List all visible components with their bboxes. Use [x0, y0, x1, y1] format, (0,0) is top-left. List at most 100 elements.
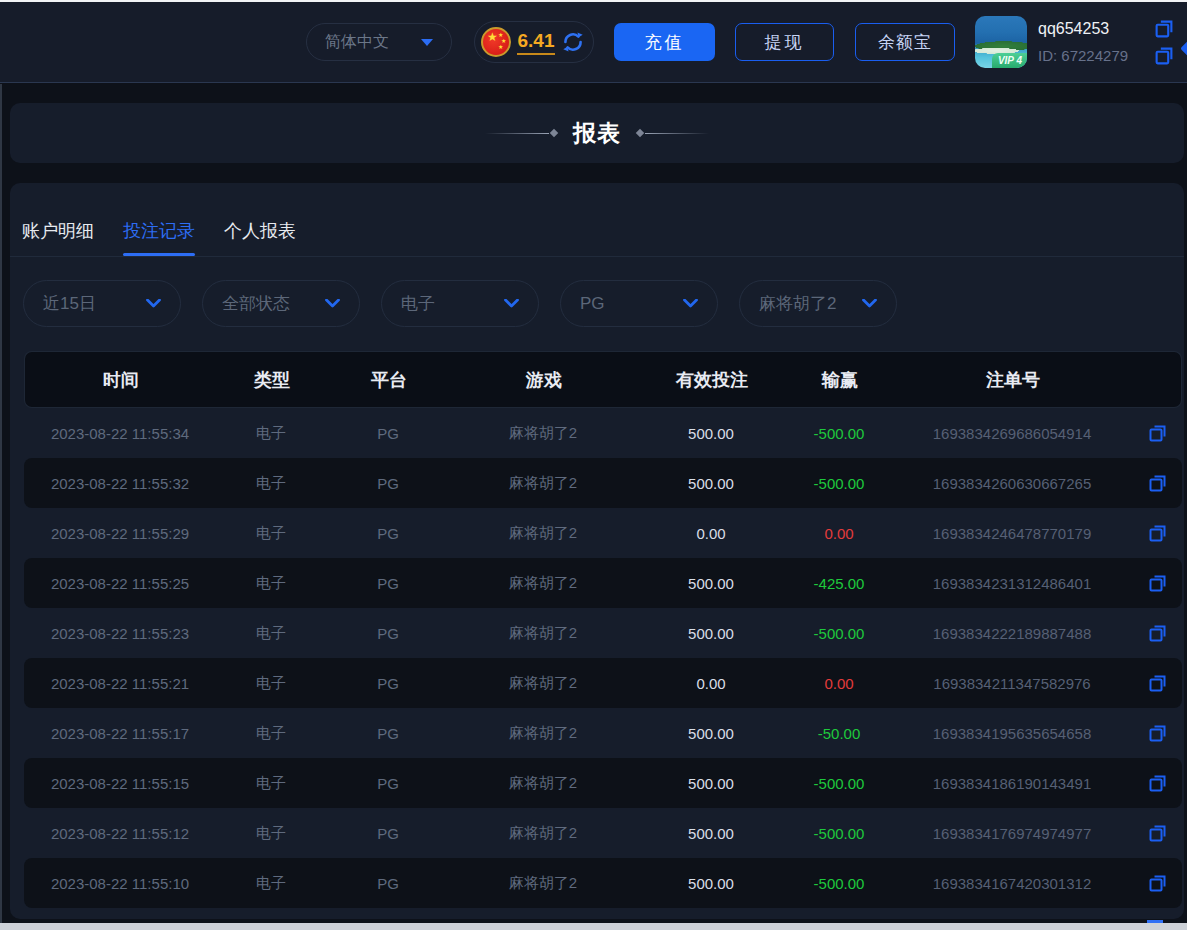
column-header: 注单号: [893, 368, 1133, 392]
title-line-right: [645, 133, 709, 134]
tab-3[interactable]: 个人报表: [224, 219, 296, 256]
copy-order-icon[interactable]: [1148, 824, 1167, 843]
cell-order-no: 1693834211347582976: [892, 675, 1132, 692]
title-diamond-right: [636, 129, 644, 137]
tab-2[interactable]: 投注记录: [123, 219, 195, 256]
cell-valid-bet: 500.00: [636, 825, 786, 842]
copy-user-id-icon[interactable]: [1154, 46, 1174, 66]
balance-amount[interactable]: 6.41: [517, 30, 556, 55]
cell-win-loss: -500.00: [786, 825, 892, 842]
cell-platform: PG: [326, 675, 450, 692]
copy-order-icon[interactable]: [1148, 874, 1167, 893]
cell-game: 麻将胡了2: [450, 624, 636, 643]
copy-order-icon[interactable]: [1148, 674, 1167, 693]
window-left-edge: [0, 84, 2, 923]
cell-platform: PG: [326, 875, 450, 892]
chevron-down-icon: [421, 39, 433, 46]
table-header: 时间类型平台游戏有效投注输赢注单号: [24, 351, 1182, 408]
filter-dropdown-2[interactable]: 全部状态: [202, 280, 360, 327]
chevron-down-icon: [862, 299, 877, 308]
cell-game: 麻将胡了2: [450, 574, 636, 593]
horizontal-scrollbar[interactable]: [0, 923, 1187, 930]
cell-platform: PG: [326, 725, 450, 742]
cell-order-no: 1693834176974974977: [892, 825, 1132, 842]
user-info: qq654253 ID: 67224279: [1038, 19, 1174, 66]
filter-value: 电子: [401, 292, 435, 315]
avatar[interactable]: VIP 4: [975, 16, 1027, 68]
cell-type: 电子: [216, 674, 326, 693]
cell-platform: PG: [326, 625, 450, 642]
cell-order-no: 1693834260630667265: [892, 475, 1132, 492]
copy-order-icon[interactable]: [1148, 774, 1167, 793]
copy-order-icon[interactable]: [1148, 424, 1167, 443]
withdraw-button[interactable]: 提现: [735, 23, 834, 61]
table-row: 2023-08-22 11:55:12电子PG麻将胡了2500.00-500.0…: [24, 808, 1182, 858]
cell-win-loss: 0.00: [786, 675, 892, 692]
cell-valid-bet: 500.00: [636, 425, 786, 442]
cell-time: 2023-08-22 11:55:10: [24, 875, 216, 892]
cell-valid-bet: 500.00: [636, 725, 786, 742]
cell-type: 电子: [216, 574, 326, 593]
copy-order-icon[interactable]: [1148, 724, 1167, 743]
scrollbar-accent: [1147, 920, 1163, 923]
cell-time: 2023-08-22 11:55:34: [24, 425, 216, 442]
chevron-down-icon: [504, 299, 519, 308]
filter-dropdown-1[interactable]: 近15日: [23, 280, 181, 327]
copy-username-icon[interactable]: [1154, 19, 1174, 39]
copy-order-icon[interactable]: [1148, 574, 1167, 593]
column-header: 时间: [25, 368, 217, 392]
tab-1[interactable]: 账户明细: [22, 219, 94, 256]
column-header: 游戏: [451, 368, 637, 392]
cell-valid-bet: 500.00: [636, 575, 786, 592]
table-row: 2023-08-22 11:55:15电子PG麻将胡了2500.00-500.0…: [24, 758, 1182, 808]
cell-win-loss: -500.00: [786, 475, 892, 492]
cell-order-no: 1693834222189887488: [892, 625, 1132, 642]
balance-widget[interactable]: ★★★★ 6.41: [474, 21, 594, 63]
copy-order-icon[interactable]: [1148, 474, 1167, 493]
window-top-edge: [0, 0, 1187, 2]
dropdown-caret-icon[interactable]: [1180, 39, 1187, 57]
filter-dropdown-3[interactable]: 电子: [381, 280, 539, 327]
cell-game: 麻将胡了2: [450, 524, 636, 543]
refresh-icon[interactable]: [561, 30, 585, 54]
yuebao-button[interactable]: 余额宝: [855, 23, 955, 61]
cell-time: 2023-08-22 11:55:15: [24, 775, 216, 792]
cell-win-loss: -500.00: [786, 775, 892, 792]
cell-type: 电子: [216, 524, 326, 543]
table-row: 2023-08-22 11:55:32电子PG麻将胡了2500.00-500.0…: [24, 458, 1182, 508]
report-title-panel: 报表: [10, 103, 1184, 163]
cell-type: 电子: [216, 624, 326, 643]
cell-type: 电子: [216, 724, 326, 743]
filter-value: 麻将胡了2: [759, 292, 836, 315]
cell-time: 2023-08-22 11:55:29: [24, 525, 216, 542]
cell-win-loss: -500.00: [786, 875, 892, 892]
header: 简体中文 ★★★★ 6.41 充值 提现 余额宝 VIP 4 qq654253: [0, 2, 1187, 83]
filters: 近15日全部状态 电子 PG 麻将胡了2: [23, 280, 1184, 327]
cell-time: 2023-08-22 11:55:12: [24, 825, 216, 842]
cell-platform: PG: [326, 775, 450, 792]
copy-order-icon[interactable]: [1148, 624, 1167, 643]
filter-value: PG: [580, 294, 605, 314]
filter-dropdown-4[interactable]: PG: [560, 280, 718, 327]
cell-game: 麻将胡了2: [450, 824, 636, 843]
cell-win-loss: -425.00: [786, 575, 892, 592]
cell-win-loss: 0.00: [786, 525, 892, 542]
cell-type: 电子: [216, 824, 326, 843]
chevron-down-icon: [683, 299, 698, 308]
table-row: 2023-08-22 11:55:21电子PG麻将胡了20.000.001693…: [24, 658, 1182, 708]
cell-game: 麻将胡了2: [450, 724, 636, 743]
column-header: 平台: [327, 368, 451, 392]
cell-game: 麻将胡了2: [450, 874, 636, 893]
table-row: 2023-08-22 11:55:10电子PG麻将胡了2500.00-500.0…: [24, 858, 1182, 908]
cell-order-no: 1693834195635654658: [892, 725, 1132, 742]
main-panel: 账户明细投注记录个人报表 近15日全部状态电子PG麻将胡了2 时间类型平台游戏有…: [10, 183, 1184, 919]
language-selector[interactable]: 简体中文: [306, 23, 452, 61]
cell-valid-bet: 0.00: [636, 675, 786, 692]
cell-valid-bet: 500.00: [636, 475, 786, 492]
copy-order-icon[interactable]: [1148, 524, 1167, 543]
table-row: 2023-08-22 11:55:34电子PG麻将胡了2500.00-500.0…: [24, 408, 1182, 458]
user-id: ID: 67224279: [1038, 47, 1128, 64]
cell-valid-bet: 500.00: [636, 775, 786, 792]
deposit-button[interactable]: 充值: [614, 23, 715, 61]
filter-dropdown-5[interactable]: 麻将胡了2: [739, 280, 897, 327]
